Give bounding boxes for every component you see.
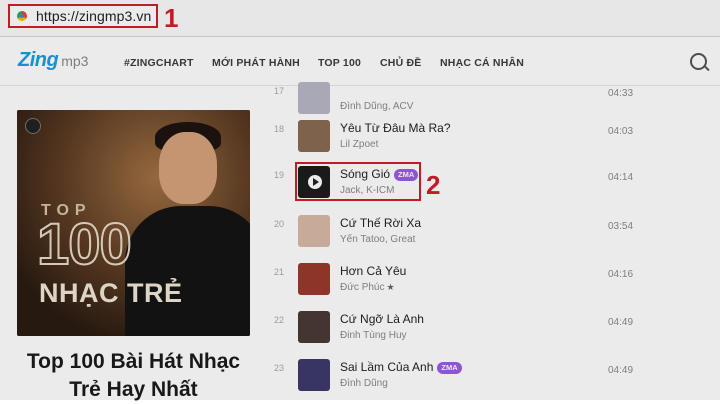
song-title-text: Yêu Từ Đâu Mà Ra? — [340, 121, 451, 135]
song-artist[interactable]: Lil Zpoet — [340, 139, 378, 150]
nav-item-personal-music[interactable]: NHẠC CÁ NHÂN — [440, 57, 524, 69]
logo-suffix: mp3 — [61, 53, 89, 69]
logo-brand: Zing — [18, 49, 59, 71]
browser-address-bar: https://zingmp3.vn 1 — [0, 0, 720, 37]
song-thumbnail[interactable] — [298, 359, 330, 391]
song-title[interactable]: Sai Lầm Của Anh ZMA — [340, 360, 462, 374]
song-row[interactable]: 20 Cứ Thế Rời Xa Yến Tatoo, Great 03:54 — [272, 213, 634, 259]
song-title-text: Cứ Ngỡ Là Anh — [340, 312, 424, 326]
song-title[interactable]: Cứ Ngỡ Là Anh — [340, 312, 424, 326]
song-duration: 04:33 — [608, 88, 634, 99]
song-duration: 03:54 — [608, 221, 634, 232]
song-title[interactable]: Cứ Thế Rời Xa — [340, 216, 421, 230]
top-nav: Zing mp3 #ZINGCHART MỚI PHÁT HÀNH TOP 10… — [0, 37, 720, 86]
nav-item-topics[interactable]: CHỦ ĐỀ — [380, 57, 421, 69]
highlight-box — [295, 162, 421, 201]
song-rank: 19 — [273, 170, 284, 180]
song-artist[interactable]: Yến Tatoo, Great — [340, 234, 415, 245]
cover-artist-body — [125, 206, 250, 336]
song-duration: 04:16 — [608, 269, 634, 280]
song-thumbnail[interactable] — [298, 311, 330, 343]
chrome-favicon-icon — [17, 11, 27, 21]
song-rank: 23 — [273, 363, 284, 373]
song-rank: 18 — [273, 124, 284, 134]
song-artist-text: Đinh Tùng Huy — [340, 330, 407, 341]
zing-mp3-logo[interactable]: Zing mp3 — [18, 49, 88, 72]
song-row[interactable]: 23 Sai Lầm Của Anh ZMA Đình Dũng 04:49 — [272, 357, 634, 403]
search-icon[interactable] — [690, 53, 707, 70]
song-rank: 20 — [273, 219, 284, 229]
song-artist-text: Yến Tatoo, Great — [340, 234, 416, 245]
song-row[interactable]: 19 Sóng Gió ZMA Jack, K-ICM 04:14 — [272, 162, 634, 210]
playlist-title[interactable]: Top 100 Bài Hát Nhạc Trẻ Hay Nhất — [17, 348, 250, 404]
song-artist[interactable]: Đức Phúc ★ — [340, 282, 395, 293]
url-field[interactable]: https://zingmp3.vn — [8, 4, 158, 28]
song-title[interactable]: Hơn Cả Yêu — [340, 264, 406, 278]
song-duration: 04:49 — [608, 317, 634, 328]
song-artist-text: Đình Dũng — [340, 378, 388, 389]
song-row[interactable]: 21 Hơn Cả Yêu Đức Phúc ★ 04:16 — [272, 261, 634, 307]
cover-100-text: 100 — [36, 212, 133, 277]
nav-item-zingchart[interactable]: #ZINGCHART — [124, 57, 194, 69]
song-artist[interactable]: Đình Dũng — [340, 378, 388, 389]
nav-item-new-releases[interactable]: MỚI PHÁT HÀNH — [212, 57, 300, 69]
star-icon: ★ — [386, 282, 395, 292]
annotation-marker-2: 2 — [426, 170, 441, 200]
zma-badge: ZMA — [437, 362, 462, 374]
song-duration: 04:49 — [608, 365, 634, 376]
song-rank: 21 — [273, 267, 284, 277]
song-thumbnail[interactable] — [298, 263, 330, 295]
song-thumbnail[interactable] — [298, 82, 330, 114]
annotation-marker-1: 1 — [164, 3, 179, 33]
playlist-cover[interactable]: TOP 100 NHẠC TRẺ — [17, 110, 250, 336]
song-row[interactable]: 18 Yêu Từ Đâu Mà Ra? Lil Zpoet 04:03 — [272, 118, 634, 164]
song-rank: 22 — [273, 315, 284, 325]
disc-icon — [25, 118, 41, 134]
nav-item-top-100[interactable]: TOP 100 — [318, 57, 361, 69]
song-title-text: Cứ Thế Rời Xa — [340, 216, 422, 230]
song-thumbnail[interactable] — [298, 120, 330, 152]
song-artist-text: Lil Zpoet — [340, 139, 379, 150]
song-thumbnail[interactable] — [298, 215, 330, 247]
song-title[interactable]: Yêu Từ Đâu Mà Ra? — [340, 121, 451, 135]
song-row[interactable]: 22 Cứ Ngỡ Là Anh Đinh Tùng Huy 04:49 — [272, 309, 634, 355]
url-text: https://zingmp3.vn — [36, 8, 152, 24]
song-rank: 17 — [273, 86, 284, 96]
song-title-text: Sai Lầm Của Anh — [340, 360, 434, 374]
cover-artist-face — [159, 132, 217, 204]
song-artist[interactable]: Đình Dũng, ACV — [340, 101, 413, 112]
song-title-text: Hơn Cả Yêu — [340, 264, 407, 278]
song-duration: 04:14 — [608, 172, 634, 183]
cover-nhac-tre-text: NHẠC TRẺ — [39, 278, 183, 308]
song-duration: 04:03 — [608, 126, 634, 137]
song-artist[interactable]: Đinh Tùng Huy — [340, 330, 407, 341]
main-content: TOP 100 NHẠC TRẺ Top 100 Bài Hát Nhạc Tr… — [0, 82, 720, 403]
song-artist-text: Đình Dũng, ACV — [340, 101, 414, 112]
song-artist-text: Đức Phúc — [340, 282, 385, 293]
